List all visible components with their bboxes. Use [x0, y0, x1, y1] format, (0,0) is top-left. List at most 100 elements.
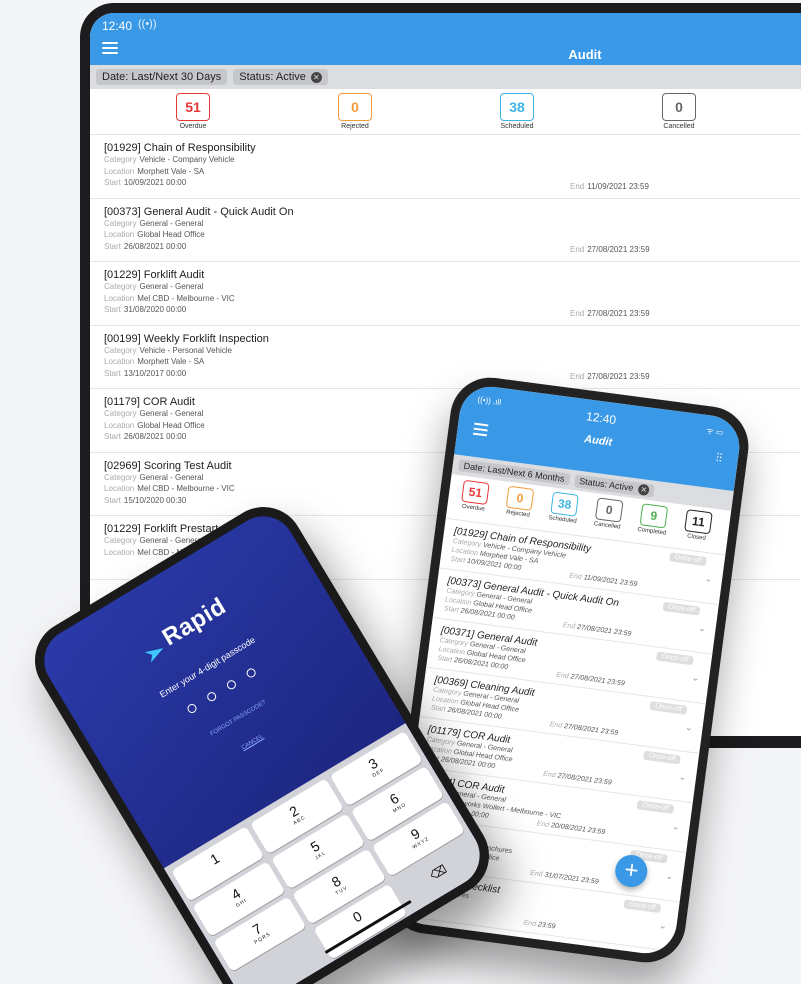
stat-completed[interactable]: 9 Completed — [632, 502, 676, 537]
field-label: Start — [443, 605, 460, 615]
chevron-down-icon[interactable]: ⌄ — [671, 821, 680, 833]
audit-end: End23:59 — [523, 919, 556, 930]
stat-rejected[interactable]: 0 Rejected — [325, 93, 385, 130]
brand-name: Rapid — [157, 592, 231, 652]
field-label: Category — [104, 218, 137, 228]
audit-start: Start26/08/2021 00:00 — [104, 241, 801, 253]
audit-end: End27/08/2021 23:59 — [570, 245, 650, 254]
filter-chip-status[interactable]: Status: Active ✕ — [233, 69, 328, 85]
stat-count: 38 — [500, 93, 534, 121]
field-value: Vehicle - Personal Vehicle — [139, 345, 232, 355]
chevron-down-icon[interactable]: ⌄ — [697, 623, 706, 635]
field-label: Start — [104, 495, 121, 505]
stat-label: Closed — [686, 533, 707, 542]
chevron-down-icon[interactable]: ⌄ — [678, 771, 687, 783]
audit-location: LocationMel CBD - Melbourne - VIC — [104, 293, 801, 305]
field-label: Category — [104, 472, 137, 482]
field-label: End — [542, 770, 557, 780]
stat-overdue[interactable]: 51 Overdue — [453, 479, 497, 514]
audit-category: Category Vehicle - Personal Vehicle — [104, 345, 801, 357]
stat-label: Overdue — [179, 123, 207, 130]
list-item[interactable]: [01929] Chain of ResponsibilityCategoryV… — [90, 135, 801, 199]
field-value: General - General — [139, 409, 204, 418]
field-label: End — [568, 572, 583, 581]
passcode-dot — [185, 702, 199, 715]
stat-label: Cancelled — [593, 521, 621, 531]
stat-rejected[interactable]: 0 Rejected — [498, 485, 542, 520]
audit-location: LocationGlobal Head Office — [104, 229, 801, 241]
field-label: Location — [104, 420, 135, 430]
stat-label: Scheduled — [500, 123, 534, 130]
status-time: 12:40 — [102, 19, 133, 33]
audit-location: LocationMorphett Vale - SA — [104, 166, 801, 178]
chevron-down-icon[interactable]: ⌄ — [665, 871, 674, 883]
field-label: Location — [104, 293, 135, 303]
stat-count: 0 — [662, 93, 696, 121]
page-title: Audit — [568, 47, 602, 62]
chevron-down-icon[interactable]: ⌄ — [704, 573, 713, 585]
stat-cancelled[interactable]: 0 Cancelled — [649, 93, 709, 130]
passcode-dot — [205, 690, 218, 703]
close-icon[interactable]: ✕ — [637, 483, 650, 496]
stat-count: 11 — [684, 509, 713, 535]
field-label: End — [536, 820, 550, 829]
list-item[interactable]: [01229] Forklift Audit Category General - … — [90, 262, 801, 326]
audit-start: Start10/09/2021 00:00 — [104, 177, 801, 189]
field-label: Start — [104, 432, 121, 441]
filter-chip-label: Status: Active — [578, 475, 635, 493]
field-value: Morphett Vale - SA — [137, 357, 205, 366]
field-value: 31/08/2020 00:00 — [123, 305, 187, 314]
audit-category: CategoryGeneral - General — [104, 281, 801, 293]
filter-chip-date[interactable]: Date: Last/Next 30 Days — [96, 69, 228, 85]
field-label: End — [523, 919, 537, 928]
field-value: Morphett Vale - SA — [137, 166, 205, 176]
field-label: Start — [104, 305, 121, 314]
close-icon[interactable]: ✕ — [310, 71, 322, 83]
sliders-icon[interactable]: ⫶⫶ — [715, 451, 723, 467]
key-digit: 0 — [349, 907, 365, 926]
field-value: Vehicle - Company Vehicle — [139, 155, 235, 164]
audit-start: Start 13/10/2017 00:00 — [104, 368, 801, 380]
stat-label: Scheduled — [548, 515, 577, 525]
list-item[interactable]: [00373] General Audit - Quick Audit On Ca… — [90, 199, 801, 262]
audit-end: End27/08/2021 23:59 — [570, 372, 650, 381]
wifi-battery-icon: ᯤ ▭ — [705, 426, 724, 438]
field-label: End — [529, 869, 543, 879]
stat-overdue[interactable]: 51 Overdue — [163, 93, 223, 130]
chevron-down-icon[interactable]: ⌄ — [684, 722, 693, 734]
stat-scheduled[interactable]: 38 Scheduled — [542, 491, 586, 526]
field-label: End — [555, 671, 570, 681]
field-label: End — [570, 245, 585, 254]
field-label: Location — [104, 230, 135, 239]
field-label: Location — [104, 547, 135, 557]
field-value: 15/10/2020 00:30 — [123, 495, 187, 505]
list-item[interactable]: [00199] Weekly Forklift Inspection Catego… — [90, 326, 801, 389]
field-value: 26/08/2021 00:00 — [123, 432, 187, 441]
stat-cancelled[interactable]: 0 Cancelled — [587, 496, 631, 531]
stat-label: Rejected — [341, 123, 369, 130]
chevron-down-icon[interactable]: ⌄ — [658, 920, 667, 932]
stat-count: 0 — [594, 497, 624, 523]
field-value: Global Head Office — [137, 230, 205, 239]
stat-closed[interactable]: 11 Closed — [676, 508, 720, 543]
audit-title: [01229] Forklift Audit — [104, 269, 205, 281]
stat-count: 0 — [505, 485, 535, 511]
audit-category: CategoryGeneral - General — [104, 218, 801, 230]
audit-title: [00373] General Audit - Quick Audit On — [104, 205, 294, 218]
field-label: Category — [104, 282, 137, 291]
field-value: Mel CBD - Melbourne - VIC — [137, 484, 235, 493]
field-value: 23:59 — [537, 921, 556, 931]
stat-scheduled[interactable]: 38 Scheduled — [487, 93, 547, 130]
field-value: General - General — [139, 218, 204, 228]
field-label: Category — [104, 155, 137, 164]
field-value: 27/08/2021 23:59 — [587, 372, 650, 381]
field-value: 27/08/2021 23:59 — [587, 245, 650, 254]
field-value: General - General — [139, 282, 204, 291]
passcode-dots — [98, 614, 344, 767]
filter-chip-label: Status: Active — [239, 71, 306, 83]
key-digit: 1 — [207, 849, 223, 868]
chevron-down-icon[interactable]: ⌄ — [691, 672, 700, 684]
field-value: 13/10/2017 00:00 — [123, 368, 187, 378]
field-label: Category — [104, 345, 137, 355]
audit-category: CategoryVehicle - Company Vehicle — [104, 154, 801, 166]
